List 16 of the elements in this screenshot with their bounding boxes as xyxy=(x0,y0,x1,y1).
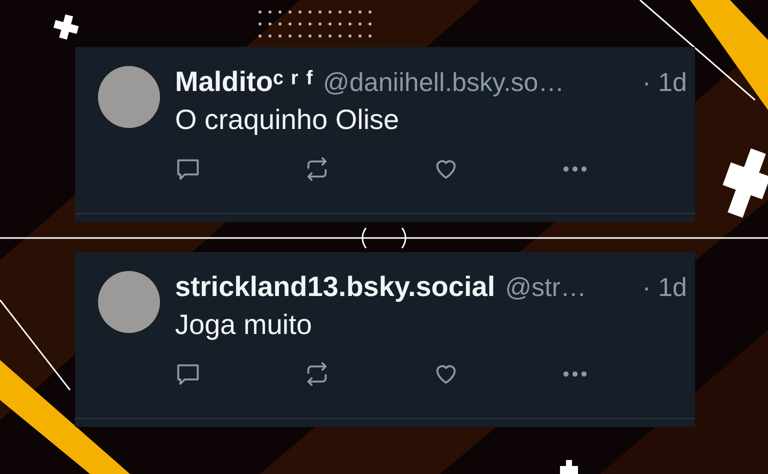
post-card[interactable]: strickland13.bsky.social @str… · 1d Joga muito xyxy=(75,252,695,427)
plus-shape xyxy=(54,14,79,40)
post-text: Joga muito xyxy=(175,309,313,341)
more-options-icon[interactable] xyxy=(562,370,588,378)
user-handle[interactable]: @daniihell.bsky.so… xyxy=(323,67,564,98)
post-text: O craquinho Olise xyxy=(175,104,400,136)
post-time: · 1d xyxy=(642,67,687,98)
more-options-icon[interactable] xyxy=(562,165,588,173)
user-handle[interactable]: @str… xyxy=(505,272,586,303)
display-name[interactable]: Malditoᶜ ʳ ᶠ xyxy=(175,66,314,98)
post-card[interactable]: Malditoᶜ ʳ ᶠ @daniihell.bsky.so… · 1d O craquinho Olise xyxy=(75,47,695,222)
circle-outline xyxy=(362,227,406,249)
plus-shape xyxy=(560,460,578,474)
plus-shape xyxy=(722,148,768,218)
post-time: · 1d xyxy=(642,272,687,303)
display-name[interactable]: strickland13.bsky.social xyxy=(175,271,496,303)
